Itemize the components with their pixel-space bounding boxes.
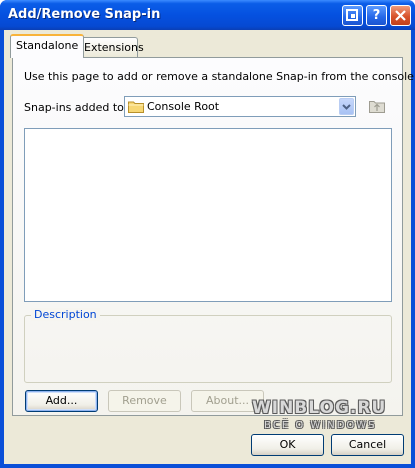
window-title: Add/Remove Snap-in [8, 7, 161, 22]
up-one-level-button[interactable] [368, 98, 386, 114]
question-mark-icon: ? [372, 8, 381, 23]
dialog-body: Standalone Extensions Use this page to a… [4, 30, 415, 464]
folder-icon [128, 101, 144, 113]
remove-button[interactable]: Remove [108, 390, 181, 412]
folder-up-icon [369, 101, 385, 113]
description-group: Description [24, 308, 392, 383]
tab-label: Extensions [84, 41, 144, 54]
tab-label: Standalone [16, 39, 79, 52]
snapins-list[interactable] [24, 128, 392, 302]
tab-extensions[interactable]: Extensions [78, 37, 144, 57]
add-button[interactable]: Add... [25, 390, 98, 412]
about-button[interactable]: About... [191, 390, 264, 412]
ok-button[interactable]: OK [251, 434, 324, 456]
chevron-down-icon [342, 103, 351, 110]
standalone-tab-panel: Use this page to add or remove a standal… [12, 57, 415, 416]
title-bar[interactable]: Add/Remove Snap-in ? [0, 0, 415, 30]
snapins-added-to-dropdown[interactable]: Console Root [124, 96, 356, 117]
description-label: Description [31, 308, 100, 321]
instructions-text: Use this page to add or remove a standal… [24, 70, 415, 83]
restore-icon [346, 9, 358, 21]
close-icon [395, 10, 406, 21]
context-help-toggle-button[interactable] [342, 5, 363, 26]
snapins-added-to-label: Snap-ins added to: [24, 101, 128, 114]
selected-value: Console Root [147, 100, 220, 113]
help-button[interactable]: ? [366, 5, 387, 26]
tab-standalone[interactable]: Standalone [10, 34, 85, 58]
add-remove-snapin-dialog: Add/Remove Snap-in ? Standalone Extensio… [0, 0, 415, 468]
cancel-button[interactable]: Cancel [331, 434, 404, 456]
close-button[interactable] [390, 5, 411, 26]
dropdown-arrow-button[interactable] [339, 98, 354, 115]
